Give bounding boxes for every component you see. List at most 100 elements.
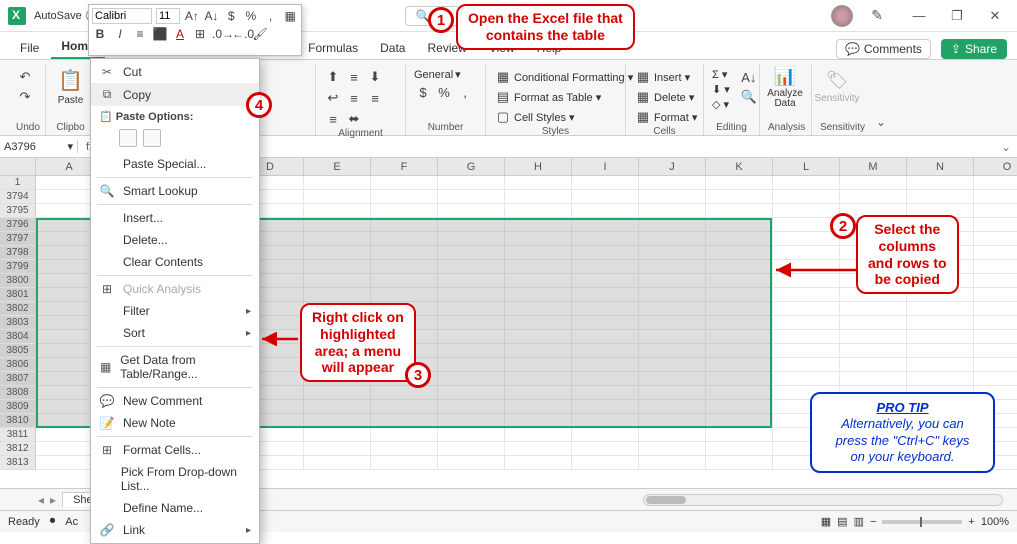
cell[interactable] xyxy=(907,302,974,316)
col-head-O[interactable]: O xyxy=(974,158,1017,176)
cell[interactable] xyxy=(706,204,773,218)
cell[interactable] xyxy=(840,358,907,372)
increase-font-icon[interactable]: A↑ xyxy=(184,9,200,23)
cell[interactable] xyxy=(371,428,438,442)
cell[interactable] xyxy=(974,218,1017,232)
ctx-link[interactable]: 🔗Link▸ xyxy=(91,519,259,541)
number-format-dropdown[interactable]: General ▾ xyxy=(414,68,461,81)
align-right-icon[interactable]: ≡ xyxy=(324,110,342,128)
ctx-cut[interactable]: ✂Cut xyxy=(91,61,259,83)
col-head-N[interactable]: N xyxy=(907,158,974,176)
cell[interactable] xyxy=(974,330,1017,344)
bold-button[interactable]: B xyxy=(92,27,108,41)
accessibility-label[interactable]: Ac xyxy=(65,516,78,528)
cell[interactable] xyxy=(438,176,505,190)
row-head-3800[interactable]: 3800 xyxy=(0,274,36,288)
cell[interactable] xyxy=(840,190,907,204)
cell[interactable] xyxy=(304,190,371,204)
ctx-smart-lookup[interactable]: 🔍Smart Lookup xyxy=(91,180,259,202)
cell[interactable] xyxy=(438,204,505,218)
zoom-slider[interactable] xyxy=(882,520,962,524)
percent-icon[interactable]: % xyxy=(435,83,453,101)
row-head-3802[interactable]: 3802 xyxy=(0,302,36,316)
cell[interactable] xyxy=(438,428,505,442)
cell[interactable] xyxy=(773,344,840,358)
view-page-break-icon[interactable]: ▥ xyxy=(854,515,864,528)
cell[interactable] xyxy=(371,190,438,204)
ctx-new-comment[interactable]: 💬New Comment xyxy=(91,390,259,412)
restore-button[interactable]: ❐ xyxy=(943,8,971,24)
format-painter-icon[interactable]: 🖌 xyxy=(252,27,268,41)
cell[interactable] xyxy=(840,372,907,386)
name-box[interactable]: A3796▾ xyxy=(0,140,78,153)
cell[interactable] xyxy=(840,344,907,358)
ctx-delete[interactable]: Delete... xyxy=(91,229,259,251)
ctx-filter[interactable]: Filter▸ xyxy=(91,300,259,322)
row-head-3796[interactable]: 3796 xyxy=(0,218,36,232)
row-head-3804[interactable]: 3804 xyxy=(0,330,36,344)
row-head-3797[interactable]: 3797 xyxy=(0,232,36,246)
zoom-in-icon[interactable]: + xyxy=(968,516,974,528)
cell[interactable] xyxy=(773,302,840,316)
prev-sheet-icon[interactable]: ◂ xyxy=(38,493,44,507)
row-head-3806[interactable]: 3806 xyxy=(0,358,36,372)
cell[interactable] xyxy=(706,190,773,204)
cell[interactable] xyxy=(639,428,706,442)
cell[interactable] xyxy=(974,288,1017,302)
row-head-3801[interactable]: 3801 xyxy=(0,288,36,302)
ctx-insert[interactable]: Insert... xyxy=(91,207,259,229)
format-cells-button[interactable]: ▦Format ▾ xyxy=(634,108,697,126)
paste-option-values-icon[interactable] xyxy=(143,129,161,147)
cell[interactable] xyxy=(773,190,840,204)
autosum-button[interactable]: Σ ▾ xyxy=(712,68,730,81)
cell[interactable] xyxy=(974,302,1017,316)
cell[interactable] xyxy=(371,442,438,456)
row-head-3803[interactable]: 3803 xyxy=(0,316,36,330)
col-head-E[interactable]: E xyxy=(304,158,371,176)
cell[interactable] xyxy=(438,190,505,204)
font-color-icon[interactable]: A xyxy=(172,27,188,41)
fill-color-icon[interactable]: ⬛ xyxy=(152,27,168,41)
percent-icon[interactable]: % xyxy=(243,9,259,23)
tab-formulas[interactable]: Formulas xyxy=(298,37,368,59)
col-head-F[interactable]: F xyxy=(371,158,438,176)
cell[interactable] xyxy=(773,372,840,386)
cell[interactable] xyxy=(974,358,1017,372)
comma-icon[interactable]: , xyxy=(456,83,474,101)
align-center-icon[interactable]: ≡ xyxy=(366,89,384,107)
cell[interactable] xyxy=(773,204,840,218)
cell[interactable] xyxy=(974,176,1017,190)
borders-icon[interactable]: ▦ xyxy=(282,9,298,23)
paste-button[interactable]: 📋Paste xyxy=(54,68,87,106)
col-head-I[interactable]: I xyxy=(572,158,639,176)
cell[interactable] xyxy=(840,330,907,344)
cell[interactable] xyxy=(773,274,840,288)
decrease-font-icon[interactable]: A↓ xyxy=(204,9,220,23)
cell[interactable] xyxy=(974,246,1017,260)
border-icon[interactable]: ⊞ xyxy=(192,27,208,41)
user-avatar[interactable] xyxy=(831,5,853,27)
cell[interactable] xyxy=(505,190,572,204)
cell-styles-button[interactable]: ▢Cell Styles ▾ xyxy=(494,108,633,126)
cell[interactable] xyxy=(505,428,572,442)
cell[interactable] xyxy=(974,260,1017,274)
cell[interactable] xyxy=(773,288,840,302)
cell[interactable] xyxy=(840,176,907,190)
cell[interactable] xyxy=(974,274,1017,288)
col-head-J[interactable]: J xyxy=(639,158,706,176)
cell[interactable] xyxy=(505,442,572,456)
analyze-data-button[interactable]: 📊Analyze Data xyxy=(768,68,802,106)
cell[interactable] xyxy=(706,428,773,442)
mini-font-name[interactable] xyxy=(92,8,152,24)
cell[interactable] xyxy=(639,442,706,456)
decimal-inc-icon[interactable]: .0→ xyxy=(212,27,228,41)
cell[interactable] xyxy=(304,456,371,470)
cell[interactable] xyxy=(974,204,1017,218)
comma-icon[interactable]: , xyxy=(263,9,279,23)
row-head-3805[interactable]: 3805 xyxy=(0,344,36,358)
fill-button[interactable]: ⬇ ▾ xyxy=(712,83,730,96)
cell[interactable] xyxy=(974,344,1017,358)
paste-option-all-icon[interactable] xyxy=(119,129,137,147)
decimal-dec-icon[interactable]: ←.0 xyxy=(232,27,248,41)
cell[interactable] xyxy=(371,456,438,470)
